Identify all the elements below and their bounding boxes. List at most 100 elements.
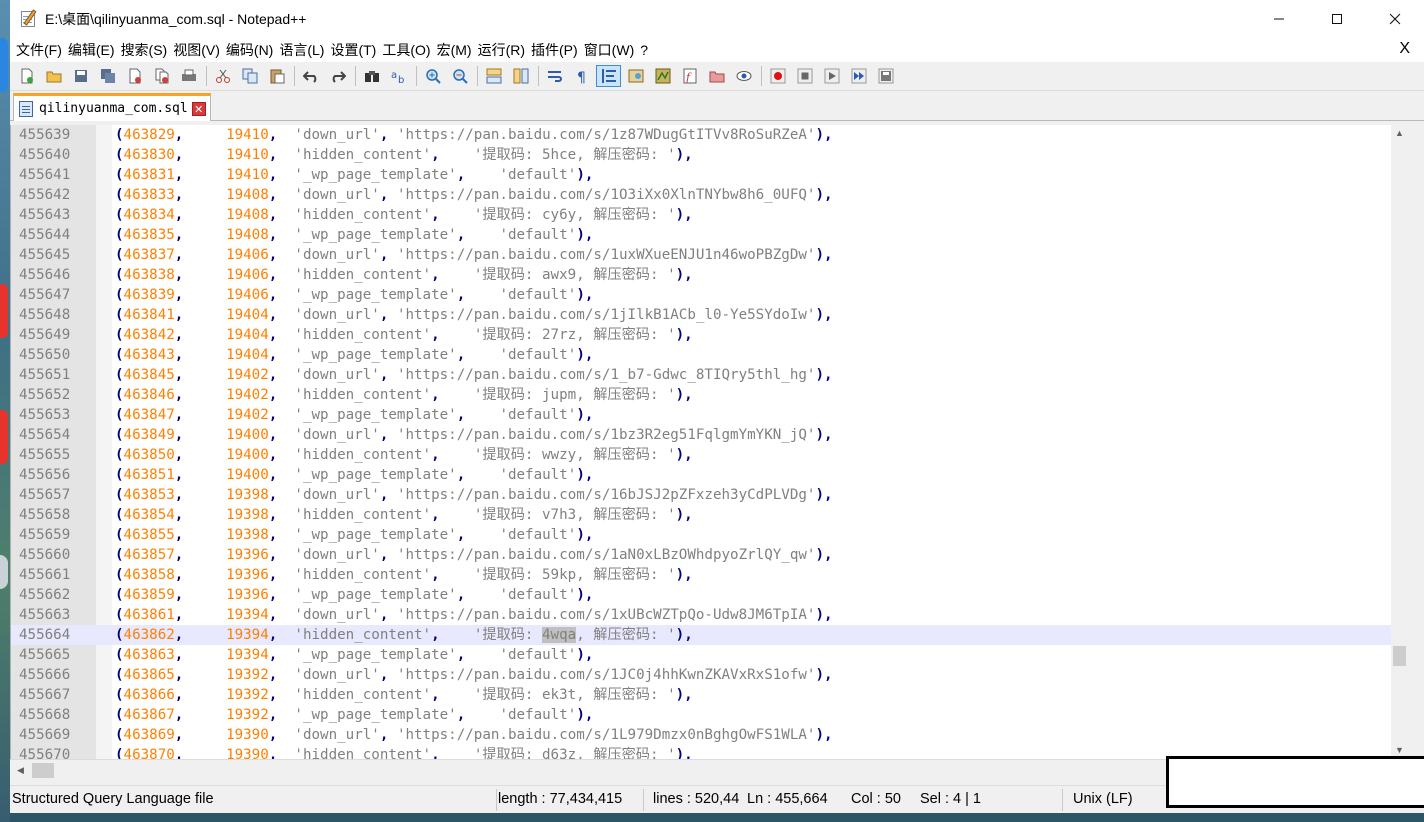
- code-line[interactable]: 455654 (463849, 19400, 'down_url', 'https…: [11, 425, 1391, 445]
- vertical-scroll-thumb[interactable]: [1393, 646, 1406, 666]
- new-file-button[interactable]: [14, 65, 39, 87]
- code-text: (463862, 19394, 'hidden_content', '提取码: …: [115, 627, 693, 643]
- code-line[interactable]: 455657 (463853, 19398, 'down_url', 'https…: [11, 485, 1391, 505]
- playback-macro-button[interactable]: [819, 65, 844, 87]
- code-line[interactable]: 455640 (463830, 19410, 'hidden_content', …: [11, 145, 1391, 165]
- text-editor[interactable]: 455639 (463829, 19410, 'down_url', 'https…: [10, 125, 1391, 759]
- code-line[interactable]: 455639 (463829, 19410, 'down_url', 'https…: [11, 125, 1391, 145]
- desktop-app-icon[interactable]: [0, 410, 8, 464]
- code-line[interactable]: 455655 (463850, 19400, 'hidden_content', …: [11, 445, 1391, 465]
- user-language-button[interactable]: [623, 65, 648, 87]
- code-line[interactable]: 455649 (463842, 19404, 'hidden_content', …: [11, 325, 1391, 345]
- menu-encoding[interactable]: 编码(N): [225, 40, 278, 60]
- word-wrap-button[interactable]: [542, 65, 567, 87]
- meta-key: 'down_url': [294, 427, 380, 443]
- run-macro-multiple-button[interactable]: [846, 65, 871, 87]
- close-file-button[interactable]: [122, 65, 147, 87]
- menu-search[interactable]: 搜索(S): [120, 40, 173, 60]
- close-document-button[interactable]: X: [1399, 40, 1410, 58]
- print-button[interactable]: [176, 65, 201, 87]
- scroll-left-icon[interactable]: ◀: [12, 762, 29, 779]
- svg-text:¶: ¶: [577, 70, 586, 84]
- code-line[interactable]: 455668 (463867, 19392, '_wp_page_template…: [11, 705, 1391, 725]
- minimize-button[interactable]: [1250, 0, 1308, 38]
- play-icon: [824, 68, 839, 84]
- desktop-app-icon[interactable]: [0, 38, 8, 92]
- cut-button[interactable]: [210, 65, 235, 87]
- sync-horizontal-button[interactable]: [508, 65, 533, 87]
- code-line[interactable]: 455645 (463837, 19406, 'down_url', 'https…: [11, 245, 1391, 265]
- code-line[interactable]: 455658 (463854, 19398, 'hidden_content', …: [11, 505, 1391, 525]
- indent-guide-button[interactable]: [596, 65, 621, 87]
- menu-run[interactable]: 运行(R): [477, 40, 530, 60]
- menu-tools[interactable]: 工具(O): [381, 40, 435, 60]
- zoom-in-button[interactable]: [420, 65, 445, 87]
- menu-window[interactable]: 窗口(W): [583, 40, 640, 60]
- row-id: 463853: [123, 487, 175, 503]
- save-macro-button[interactable]: [873, 65, 898, 87]
- code-line[interactable]: 455653 (463847, 19402, '_wp_page_template…: [11, 405, 1391, 425]
- code-line[interactable]: 455652 (463846, 19402, 'hidden_content', …: [11, 385, 1391, 405]
- code-line[interactable]: 455662 (463859, 19396, '_wp_page_template…: [11, 585, 1391, 605]
- save-button[interactable]: [68, 65, 93, 87]
- undo-button[interactable]: [298, 65, 323, 87]
- document-map-button[interactable]: [650, 65, 675, 87]
- desktop-app-icon[interactable]: [0, 555, 8, 589]
- menu-settings[interactable]: 设置(T): [329, 40, 381, 60]
- code-line[interactable]: 455667 (463866, 19392, 'hidden_content', …: [11, 685, 1391, 705]
- close-all-button[interactable]: [149, 65, 174, 87]
- find-button[interactable]: [359, 65, 384, 87]
- stop-recording-button[interactable]: [792, 65, 817, 87]
- replace-button[interactable]: ab: [386, 65, 411, 87]
- copy-button[interactable]: [237, 65, 262, 87]
- code-line[interactable]: 455642 (463833, 19408, 'down_url', 'https…: [11, 185, 1391, 205]
- scroll-up-icon[interactable]: ▲: [1391, 125, 1408, 142]
- code-line[interactable]: 455661 (463858, 19396, 'hidden_content', …: [11, 565, 1391, 585]
- maximize-button[interactable]: [1308, 0, 1366, 38]
- show-all-characters-button[interactable]: ¶: [569, 65, 594, 87]
- code-line[interactable]: 455648 (463841, 19404, 'down_url', 'https…: [11, 305, 1391, 325]
- function-list-button[interactable]: f: [677, 65, 702, 87]
- code-line[interactable]: 455646 (463838, 19406, 'hidden_content', …: [11, 265, 1391, 285]
- folder-workspace-button[interactable]: [704, 65, 729, 87]
- menu-language[interactable]: 语言(L): [278, 40, 329, 60]
- close-window-button[interactable]: [1366, 0, 1424, 38]
- desktop-app-icon[interactable]: [0, 284, 8, 338]
- menu-file[interactable]: 文件(F): [15, 40, 67, 60]
- code-line[interactable]: 455641 (463831, 19410, '_wp_page_template…: [11, 165, 1391, 185]
- code-line[interactable]: 455666 (463865, 19392, 'down_url', 'https…: [11, 665, 1391, 685]
- open-file-button[interactable]: [41, 65, 66, 87]
- code-line[interactable]: 455665 (463863, 19394, '_wp_page_template…: [11, 645, 1391, 665]
- line-number: 455665: [19, 647, 71, 663]
- code-line[interactable]: 455650 (463843, 19404, '_wp_page_template…: [11, 345, 1391, 365]
- code-line[interactable]: 455651 (463845, 19402, 'down_url', 'https…: [11, 365, 1391, 385]
- redo-button[interactable]: [325, 65, 350, 87]
- menu-edit[interactable]: 编辑(E): [67, 40, 120, 60]
- selected-text: 4wqa: [542, 627, 577, 643]
- code-line[interactable]: 455663 (463861, 19394, 'down_url', 'https…: [11, 605, 1391, 625]
- vertical-scrollbar[interactable]: ▲ ▼: [1391, 125, 1408, 759]
- code-line[interactable]: 455643 (463834, 19408, 'hidden_content', …: [11, 205, 1391, 225]
- close-tab-button[interactable]: ✕: [191, 101, 206, 116]
- code-line[interactable]: 455669 (463869, 19390, 'down_url', 'https…: [11, 725, 1391, 745]
- sync-vertical-button[interactable]: [481, 65, 506, 87]
- code-line[interactable]: 455664 (463862, 19394, 'hidden_content', …: [11, 625, 1391, 645]
- horizontal-scroll-thumb[interactable]: [32, 763, 54, 778]
- code-line[interactable]: 455644 (463835, 19408, '_wp_page_template…: [11, 225, 1391, 245]
- menu-plugins[interactable]: 插件(P): [530, 40, 583, 60]
- code-line[interactable]: 455656 (463851, 19400, '_wp_page_template…: [11, 465, 1391, 485]
- code-line[interactable]: 455647 (463839, 19406, '_wp_page_template…: [11, 285, 1391, 305]
- code-text: (463835, 19408, '_wp_page_template', 'de…: [115, 227, 594, 243]
- code-line[interactable]: 455659 (463855, 19398, '_wp_page_template…: [11, 525, 1391, 545]
- menu-macro[interactable]: 宏(M): [436, 40, 477, 60]
- monitoring-button[interactable]: [731, 65, 756, 87]
- document-tab[interactable]: qilinyuanma_com.sql ✕: [13, 93, 211, 121]
- save-all-button[interactable]: [95, 65, 120, 87]
- code-line[interactable]: 455660 (463857, 19396, 'down_url', 'https…: [11, 545, 1391, 565]
- zoom-out-button[interactable]: [447, 65, 472, 87]
- record-macro-button[interactable]: [765, 65, 790, 87]
- menu-view[interactable]: 视图(V): [172, 40, 225, 60]
- menu-help[interactable]: ?: [639, 42, 653, 58]
- post-id: 19408: [226, 227, 269, 243]
- paste-button[interactable]: [264, 65, 289, 87]
